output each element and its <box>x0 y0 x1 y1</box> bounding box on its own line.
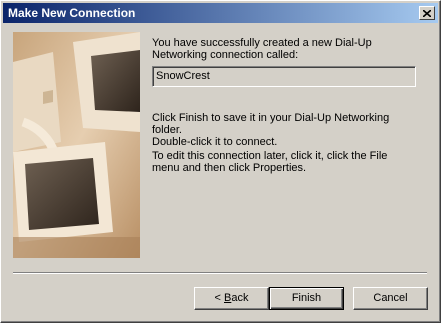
finish-instructions-line2: Double-click it to connect. <box>152 136 278 148</box>
edit-instructions: To edit this connection later, click it,… <box>152 150 388 174</box>
back-button-prefix: < <box>214 292 224 304</box>
computer-monitors-illustration <box>13 32 140 258</box>
finish-button[interactable]: Finish <box>269 287 344 310</box>
button-separator <box>13 272 427 274</box>
finish-instructions-line1: Click Finish to save it in your Dial-Up … <box>152 112 390 136</box>
cancel-button[interactable]: Cancel <box>353 287 428 310</box>
finish-instructions: Click Finish to save it in your Dial-Up … <box>152 112 417 148</box>
close-button[interactable] <box>419 6 435 20</box>
connection-name-field: SnowCrest <box>152 66 416 87</box>
make-new-connection-dialog: Make New Connection You have successfull… <box>0 0 441 323</box>
title-bar[interactable]: Make New Connection <box>3 3 438 23</box>
close-icon <box>423 9 431 17</box>
window-title: Make New Connection <box>8 6 136 20</box>
back-button-label: ack <box>231 292 249 304</box>
success-message: You have successfully created a new Dial… <box>152 37 372 61</box>
back-button[interactable]: < Back <box>194 287 269 310</box>
